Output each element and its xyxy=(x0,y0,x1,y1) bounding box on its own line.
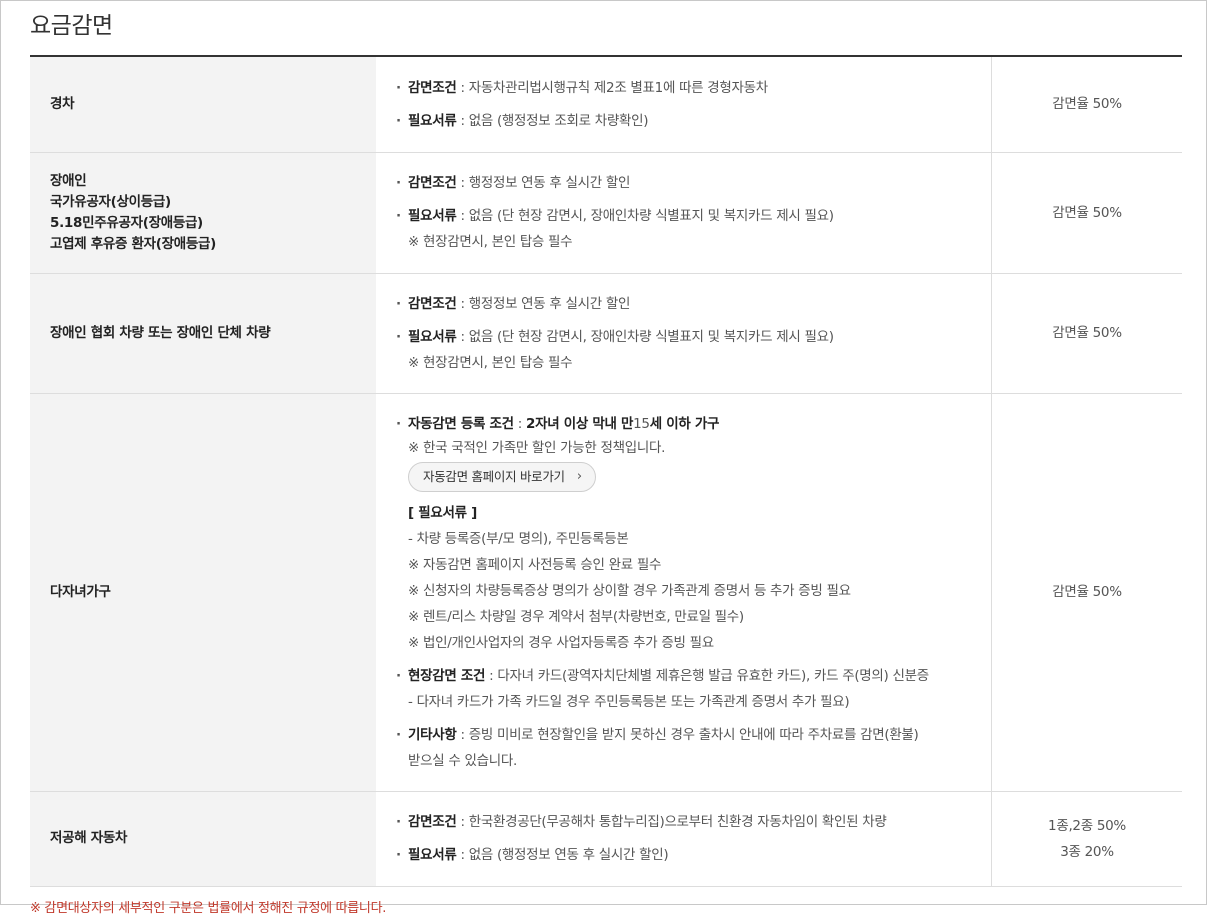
docs-header: [ 필요서류 ] xyxy=(408,504,478,521)
item-label: 기타사항 xyxy=(408,726,457,743)
item-label: 감면조건 xyxy=(408,79,457,96)
category-cell: 장애인 협회 차량 또는 장애인 단체 차량 xyxy=(30,273,376,394)
doc-line: - 차량 등록증(부/모 명의), 주민등록등본 xyxy=(408,530,629,547)
condition-cell: 감면조건 : 자동차관리법시행규칙 제2조 별표1에 따른 경형자동차 필요서류… xyxy=(376,57,992,153)
item-note: - 다자녀 카드가 가족 카드일 경우 주민등록등본 또는 가족관계 증명서 추… xyxy=(408,693,850,710)
item-note: ※ 현장감면시, 본인 탑승 필수 xyxy=(408,234,573,250)
item-label: 현장감면 조건 xyxy=(408,667,486,684)
list-item: 감면조건 : 자동차관리법시행규칙 제2조 별표1에 따른 경형자동차 xyxy=(396,75,990,101)
table-row: 경차 감면조건 : 자동차관리법시행규칙 제2조 별표1에 따른 경형자동차 필… xyxy=(30,57,1182,153)
item-note: ※ 현장감면시, 본인 탑승 필수 xyxy=(408,354,573,371)
rate-text: 감면율 50% xyxy=(1052,584,1122,600)
table-row: 장애인 국가유공자(상이등급) 5.18민주유공자(장애등급) 고엽제 후유증 … xyxy=(30,152,1182,274)
rate-cell: 감면율 50% xyxy=(991,393,1182,792)
category-cell: 다자녀가구 xyxy=(30,393,376,792)
category-cell: 저공해 자동차 xyxy=(30,791,376,887)
item-text: : 없음 (단 현장 감면시, 장애인차량 식별표지 및 복지카드 제시 필요) xyxy=(456,208,834,224)
item-text: : 없음 (행정정보 연동 후 실시간 할인) xyxy=(456,847,669,863)
item-label: 감면조건 xyxy=(408,175,457,191)
category-label: 고엽제 후유증 환자(장애등급) xyxy=(50,235,216,252)
rate-cell: 감면율 50% xyxy=(991,152,1182,274)
rate-cell: 감면율 50% xyxy=(991,273,1182,394)
item-label: 감면조건 xyxy=(408,295,457,312)
condition-cell: 자동감면 등록 조건 : 2자녀 이상 막내 만15세 이하 가구 ※ 한국 국… xyxy=(376,393,992,792)
condition-cell: 감면조건 : 행정정보 연동 후 실시간 할인 필요서류 : 없음 (단 현장 … xyxy=(376,273,992,394)
list-item: 필요서류 : 없음 (단 현장 감면시, 장애인차량 식별표지 및 복지카드 제… xyxy=(396,203,990,229)
doc-line: ※ 법인/개인사업자의 경우 사업자등록증 추가 증빙 필요 xyxy=(408,634,714,651)
rate-cell: 1종,2종 50% 3종 20% xyxy=(991,791,1182,887)
item-text: : 행정정보 연동 후 실시간 할인 xyxy=(456,295,631,312)
item-highlight: 세 이하 가구 xyxy=(649,415,720,432)
list-item: 감면조건 : 한국환경공단(무공해차 통합누리집)으로부터 친환경 자동차임이 … xyxy=(396,809,990,835)
table-row: 장애인 협회 차량 또는 장애인 단체 차량 감면조건 : 행정정보 연동 후 … xyxy=(30,273,1182,394)
category-cell: 장애인 국가유공자(상이등급) 5.18민주유공자(장애등급) 고엽제 후유증 … xyxy=(30,152,376,274)
list-item: 감면조건 : 행정정보 연동 후 실시간 할인 xyxy=(396,170,990,196)
category-label: 국가유공자(상이등급) xyxy=(50,193,171,210)
list-item: 기타사항 : 증빙 미비로 현장할인을 받지 못하신 경우 출차시 안내에 따라… xyxy=(396,722,990,748)
item-text: : xyxy=(513,415,526,432)
list-item: 감면조건 : 행정정보 연동 후 실시간 할인 xyxy=(396,291,990,317)
discount-table: 경차 감면조건 : 자동차관리법시행규칙 제2조 별표1에 따른 경형자동차 필… xyxy=(30,57,1182,887)
item-text: : 한국환경공단(무공해차 통합누리집)으로부터 친환경 자동차임이 확인된 차… xyxy=(456,814,887,830)
item-label: 필요서류 xyxy=(408,328,457,345)
item-highlight: 2자녀 이상 막내 만 xyxy=(526,415,634,432)
list-item: 필요서류 : 없음 (행정정보 조회로 차량확인) xyxy=(396,108,990,134)
list-item: 필요서류 : 없음 (단 현장 감면시, 장애인차량 식별표지 및 복지카드 제… xyxy=(396,324,990,350)
doc-line: ※ 자동감면 홈페이지 사전등록 승인 완료 필수 xyxy=(408,556,662,573)
category-label: 장애인 xyxy=(50,172,87,189)
rate-text: 감면율 50% xyxy=(1052,325,1122,341)
condition-cell: 감면조건 : 한국환경공단(무공해차 통합누리집)으로부터 친환경 자동차임이 … xyxy=(376,791,992,887)
rate-text: 1종,2종 50% xyxy=(1048,817,1126,834)
category-label: 경차 xyxy=(50,95,75,112)
item-note: ※ 한국 국적인 가족만 할인 가능한 정책입니다. xyxy=(408,439,666,456)
item-note: 받으실 수 있습니다. xyxy=(408,752,517,769)
item-label: 자동감면 등록 조건 xyxy=(408,415,514,432)
chevron-right-icon: › xyxy=(576,468,582,484)
category-label: 저공해 자동차 xyxy=(50,830,128,846)
table-row: 다자녀가구 자동감면 등록 조건 : 2자녀 이상 막내 만15세 이하 가구 … xyxy=(30,393,1182,792)
footnote: ※ 감면대상자의 세부적인 구분은 법률에서 정해진 규정에 따릅니다. xyxy=(30,901,387,916)
rate-text: 감면율 50% xyxy=(1052,96,1122,113)
list-item: 현장감면 조건 : 다자녀 카드(광역자치단체별 제휴은행 발급 유효한 카드)… xyxy=(396,663,990,689)
item-text: : 행정정보 연동 후 실시간 할인 xyxy=(456,175,631,191)
rate-cell: 감면율 50% xyxy=(991,57,1182,153)
item-label: 필요서류 xyxy=(408,847,457,863)
item-label: 필요서류 xyxy=(408,208,457,224)
doc-line: ※ 신청자의 차량등록증상 명의가 상이할 경우 가족관계 증명서 등 추가 증… xyxy=(408,582,851,599)
page-title: 요금감면 xyxy=(30,13,113,39)
item-text: : 다자녀 카드(광역자치단체별 제휴은행 발급 유효한 카드), 카드 주(명… xyxy=(485,667,929,684)
button-label: 자동감면 홈페이지 바로가기 xyxy=(423,468,565,484)
item-text: 15 xyxy=(633,415,650,432)
item-text: : 없음 (행정정보 조회로 차량확인) xyxy=(456,112,649,129)
category-label: 장애인 협회 차량 또는 장애인 단체 차량 xyxy=(50,324,271,341)
condition-cell: 감면조건 : 행정정보 연동 후 실시간 할인 필요서류 : 없음 (단 현장 … xyxy=(376,152,992,274)
list-item: 필요서류 : 없음 (행정정보 연동 후 실시간 할인) xyxy=(396,842,990,868)
category-label: 5.18민주유공자(장애등급) xyxy=(50,214,203,231)
item-text: : 자동차관리법시행규칙 제2조 별표1에 따른 경형자동차 xyxy=(456,79,768,96)
item-label: 필요서류 xyxy=(408,112,457,129)
category-cell: 경차 xyxy=(30,57,376,153)
auto-discount-homepage-button[interactable]: 자동감면 홈페이지 바로가기 › xyxy=(408,461,596,492)
list-item: 자동감면 등록 조건 : 2자녀 이상 막내 만15세 이하 가구 xyxy=(396,411,990,437)
table-row: 저공해 자동차 감면조건 : 한국환경공단(무공해차 통합누리집)으로부터 친환… xyxy=(30,791,1182,887)
item-text: : 없음 (단 현장 감면시, 장애인차량 식별표지 및 복지카드 제시 필요) xyxy=(456,328,834,345)
rate-text: 3종 20% xyxy=(1060,843,1114,860)
item-text: : 증빙 미비로 현장할인을 받지 못하신 경우 출차시 안내에 따라 주차료를… xyxy=(456,726,919,743)
item-label: 감면조건 xyxy=(408,814,457,830)
doc-line: ※ 렌트/리스 차량일 경우 계약서 첨부(차량번호, 만료일 필수) xyxy=(408,608,744,625)
rate-text: 감면율 50% xyxy=(1052,204,1122,221)
category-label: 다자녀가구 xyxy=(50,583,111,600)
